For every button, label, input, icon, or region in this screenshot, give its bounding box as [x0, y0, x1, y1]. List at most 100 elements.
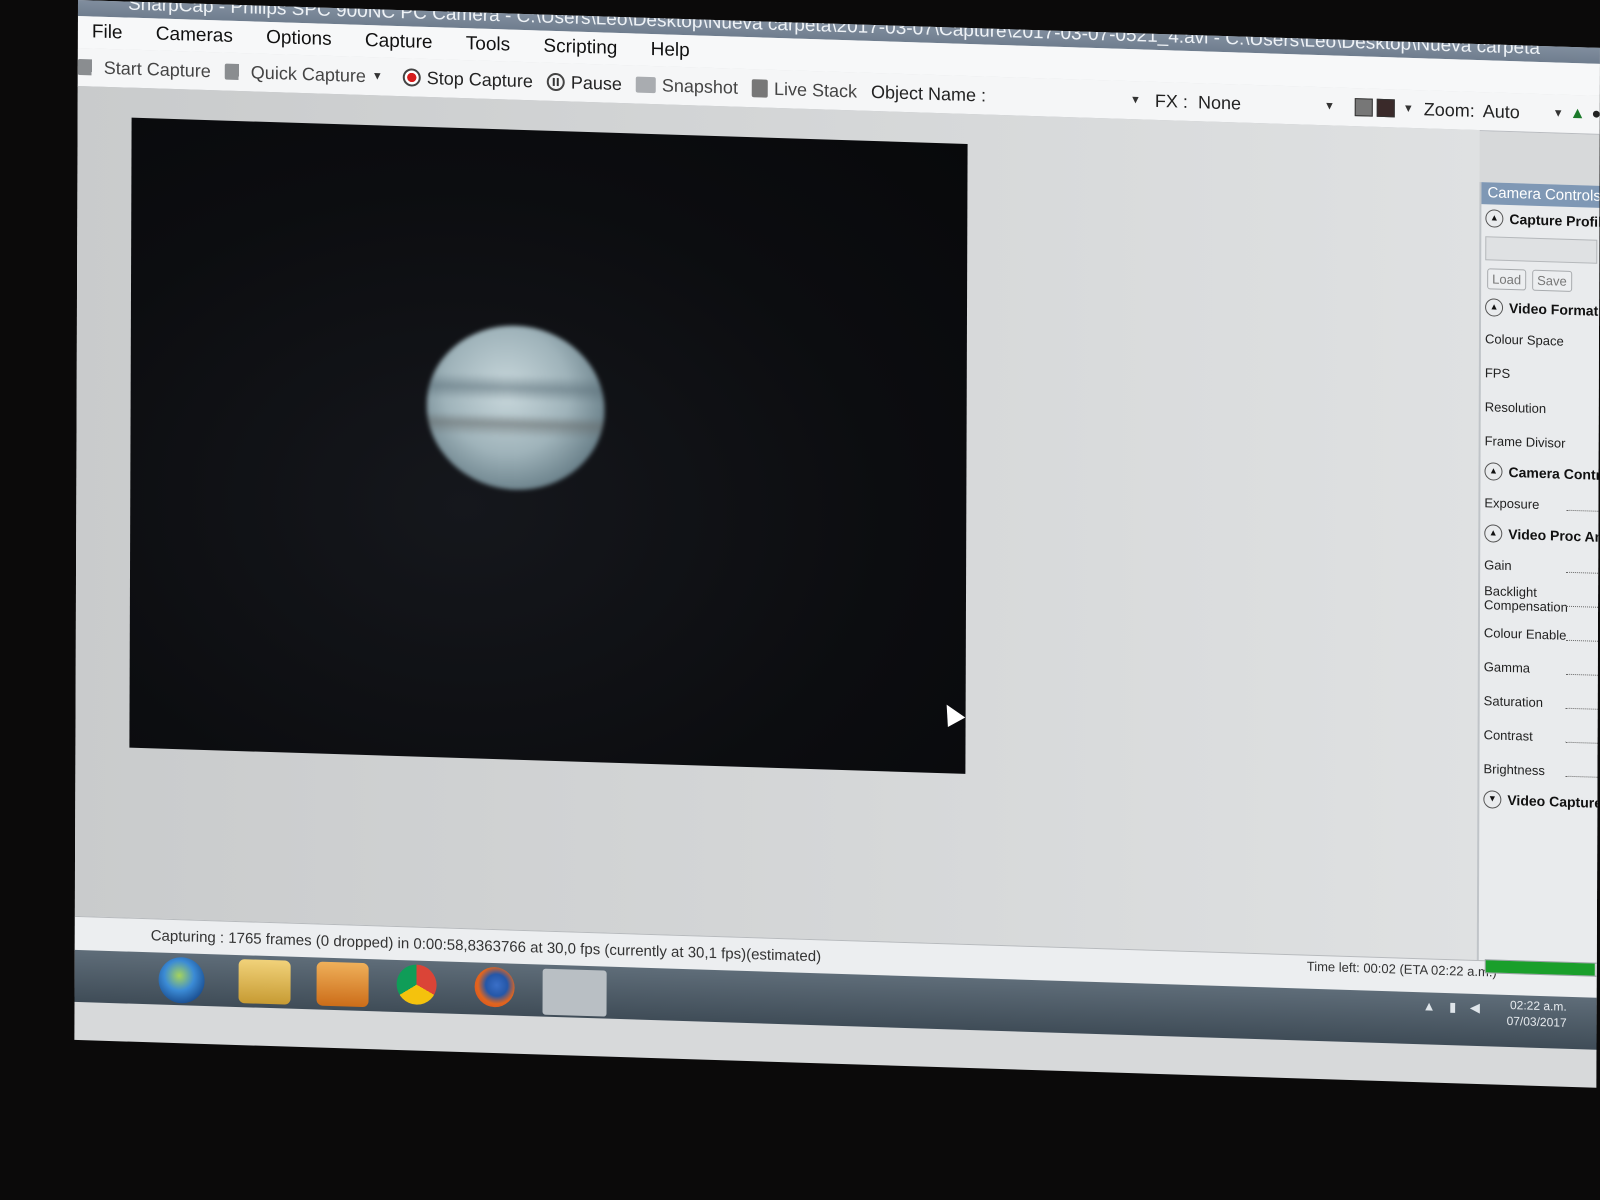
object-name-label: Object Name : [870, 81, 987, 106]
stop-capture-label: Stop Capture [426, 67, 533, 92]
section-video-capture-filter[interactable]: ▼ Video Capture Filter [1479, 785, 1599, 817]
snapshot-button[interactable]: Snapshot [635, 66, 739, 107]
stop-capture-button[interactable]: Stop Capture [402, 58, 533, 100]
camera-icon [77, 58, 98, 76]
live-stack-label: Live Stack [773, 78, 858, 102]
network-icon[interactable]: ▮ [1449, 999, 1456, 1014]
fx-select[interactable]: None [1198, 83, 1318, 125]
system-clock[interactable]: 02:22 a.m. 07/03/2017 [1507, 997, 1567, 1031]
collapse-icon[interactable]: ▲ [1484, 462, 1503, 481]
fx-group: FX : None ▼ [1155, 82, 1341, 126]
collapse-icon[interactable]: ▲ [1484, 524, 1503, 543]
field-label: Saturation [1483, 692, 1543, 710]
collapse-icon[interactable]: ▲ [1485, 209, 1504, 228]
profile-select[interactable] [1485, 236, 1598, 264]
field-contrast[interactable]: Contrast [1480, 717, 1600, 755]
object-name-input[interactable] [986, 83, 1131, 113]
brightness-slider[interactable] [1565, 774, 1600, 778]
save-button[interactable]: Save [1532, 269, 1572, 292]
field-label: Brightness [1483, 760, 1545, 778]
zoom-select[interactable]: Auto [1483, 92, 1547, 132]
chrome-icon[interactable] [396, 964, 437, 1006]
menu-tools[interactable]: Tools [452, 28, 524, 62]
sharpcap-taskbar-icon[interactable] [542, 968, 607, 1017]
section-video-format[interactable]: ▲ Video Format [1481, 293, 1600, 325]
monitor-screen: SharpCap - Philips SPC 900NC PC Camera -… [74, 0, 1600, 1088]
capture-progress-bar [1484, 959, 1599, 977]
menu-cameras[interactable]: Cameras [142, 18, 247, 53]
clock-time: 02:22 a.m. [1509, 998, 1567, 1014]
stop-icon [402, 68, 421, 87]
field-colour-enable[interactable]: Colour Enable [1480, 615, 1600, 653]
file-explorer-icon[interactable] [238, 959, 291, 1005]
preview-area [74, 85, 1480, 960]
start-capture-label: Start Capture [103, 57, 211, 82]
gamma-slider[interactable] [1565, 672, 1600, 676]
chevron-down-icon[interactable]: ▼ [1553, 94, 1564, 132]
chevron-down-icon[interactable]: ▼ [372, 57, 383, 95]
system-tray: ▲ ▮ ◀ [1423, 998, 1480, 1016]
menu-file[interactable]: File [78, 16, 137, 50]
field-label: Exposure [1484, 494, 1540, 512]
field-brightness[interactable]: Brightness [1479, 751, 1600, 789]
section-capture-profiles[interactable]: ▲ Capture Profiles [1481, 204, 1600, 236]
colour-enable-slider[interactable] [1565, 638, 1600, 642]
pause-label: Pause [570, 72, 622, 95]
field-colour-space[interactable]: Colour Space [1481, 321, 1600, 359]
chevron-down-icon[interactable]: ▼ [1324, 87, 1335, 125]
capture-progress-fill [1485, 960, 1595, 976]
histogram-stretch-icon[interactable] [1354, 98, 1373, 117]
media-player-icon[interactable] [316, 961, 369, 1008]
section-video-proc-amp[interactable]: ▲ Video Proc Amp [1480, 519, 1600, 551]
field-label: Colour Space [1484, 330, 1564, 349]
tray-arrow-icon[interactable]: ▲ [1423, 998, 1436, 1013]
firefox-icon[interactable] [474, 966, 515, 1008]
field-backlight[interactable]: Backlight Compensation [1480, 581, 1600, 619]
field-gain[interactable]: Gain [1480, 547, 1600, 585]
gain-slider[interactable] [1566, 570, 1600, 574]
menu-help[interactable]: Help [637, 34, 704, 68]
field-label: Colour Enable [1483, 624, 1567, 643]
section-label: Capture Profiles [1509, 210, 1600, 231]
field-resolution[interactable]: Resolution [1481, 389, 1600, 427]
field-saturation[interactable]: Saturation [1480, 683, 1600, 721]
start-capture-button[interactable]: Start Capture [77, 48, 211, 90]
field-exposure[interactable]: Exposure [1480, 485, 1600, 523]
contrast-slider[interactable] [1565, 740, 1600, 744]
chevron-down-icon[interactable]: ▼ [1403, 90, 1414, 128]
chevron-down-icon[interactable]: ▼ [1130, 81, 1141, 119]
pause-icon [546, 72, 565, 92]
saturation-slider[interactable] [1565, 706, 1600, 710]
exposure-slider[interactable] [1566, 508, 1600, 512]
collapse-icon[interactable]: ▲ [1485, 298, 1504, 317]
expand-icon[interactable]: ▼ [1483, 790, 1502, 809]
histogram-icon[interactable]: ▲ [1570, 95, 1586, 133]
field-fps[interactable]: FPS [1481, 355, 1600, 393]
snapshot-label: Snapshot [661, 75, 739, 98]
live-stack-button[interactable]: Live Stack [751, 69, 858, 110]
windows-start-icon[interactable] [158, 956, 205, 1004]
section-label: Camera Controls [1508, 463, 1600, 484]
menu-options[interactable]: Options [252, 21, 346, 56]
field-frame-divisor[interactable]: Frame Divisor [1481, 423, 1600, 461]
field-label: Resolution [1484, 398, 1547, 416]
camera-preview[interactable] [129, 117, 968, 774]
pause-button[interactable]: Pause [546, 63, 622, 103]
planet-image [426, 322, 605, 493]
quick-capture-button[interactable]: Quick Capture ▼ [224, 53, 389, 96]
section-camera-controls[interactable]: ▲ Camera Controls [1480, 457, 1600, 489]
volume-icon[interactable]: ◀ [1470, 1000, 1480, 1015]
field-gamma[interactable]: Gamma [1480, 649, 1600, 687]
zoom-icon[interactable]: ● [1591, 96, 1600, 134]
profile-buttons: Load Save [1481, 264, 1600, 297]
menu-scripting[interactable]: Scripting [529, 30, 631, 65]
clock-date: 07/03/2017 [1506, 1013, 1567, 1030]
backlight-slider[interactable] [1566, 604, 1600, 608]
color-balance-icon[interactable] [1376, 98, 1395, 118]
camera-icon [224, 63, 245, 81]
field-label: FPS [1484, 364, 1511, 381]
menu-capture[interactable]: Capture [351, 25, 447, 60]
load-button[interactable]: Load [1487, 268, 1527, 291]
section-label: Video Capture Filter [1507, 791, 1600, 812]
time-left: Time left: 00:02 (ETA 02:22 a.m.) [1306, 958, 1497, 980]
